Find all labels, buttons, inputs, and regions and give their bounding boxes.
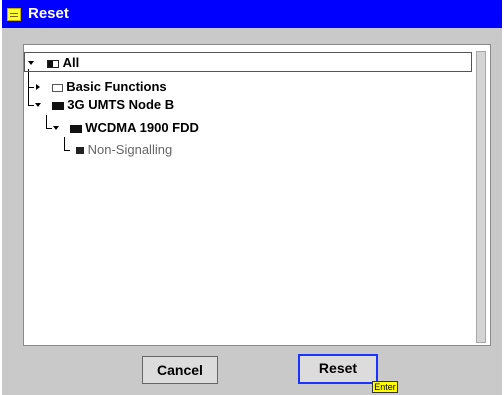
- tree-item-basic-functions[interactable]: Basic Functions: [36, 77, 167, 97]
- unchecked-box-icon[interactable]: [51, 83, 63, 92]
- tree-item-non-signalling[interactable]: Non-Signalling: [76, 140, 172, 160]
- cancel-button[interactable]: Cancel: [142, 356, 218, 384]
- checked-box-icon[interactable]: [69, 124, 82, 133]
- title-bar: Reset: [2, 0, 502, 28]
- tree-item-label: WCDMA 1900 FDD: [85, 120, 199, 135]
- tree-item-3g-umts[interactable]: 3G UMTS Node B: [35, 95, 175, 115]
- tree-view: All Basic Functions 3G UMTS Node B WCDMA…: [23, 44, 491, 346]
- expand-arrow-icon[interactable]: [53, 126, 59, 130]
- reset-button[interactable]: Reset: [298, 354, 378, 384]
- checked-box-icon[interactable]: [51, 101, 64, 110]
- enter-key-hint: Enter: [372, 381, 398, 393]
- tree-connector: [28, 105, 34, 106]
- checked-box-icon[interactable]: [76, 147, 84, 155]
- tree-connector: [64, 137, 65, 150]
- tree-item-label: 3G UMTS Node B: [67, 97, 175, 112]
- tree-item-label: Non-Signalling: [87, 142, 173, 157]
- vertical-scrollbar[interactable]: [476, 51, 486, 343]
- tree-item-label: All: [62, 55, 80, 70]
- collapse-arrow-icon[interactable]: [36, 84, 40, 90]
- dialog-title: Reset: [28, 5, 69, 22]
- tree-connector: [46, 128, 52, 129]
- dialog-icon: [7, 8, 21, 21]
- tree-item-all[interactable]: All: [24, 52, 472, 72]
- expand-arrow-icon[interactable]: [28, 61, 34, 65]
- tree-item-wcdma[interactable]: WCDMA 1900 FDD: [53, 118, 199, 138]
- partial-check-icon[interactable]: [47, 59, 59, 68]
- tree-connector: [64, 150, 70, 151]
- tree-connector: [28, 87, 34, 88]
- tree-connector: [46, 115, 47, 128]
- tree-item-label: Basic Functions: [66, 79, 167, 94]
- expand-arrow-icon[interactable]: [35, 103, 41, 107]
- reset-dialog: Reset All Basic Functions 3G UMTS Node B…: [2, 0, 502, 395]
